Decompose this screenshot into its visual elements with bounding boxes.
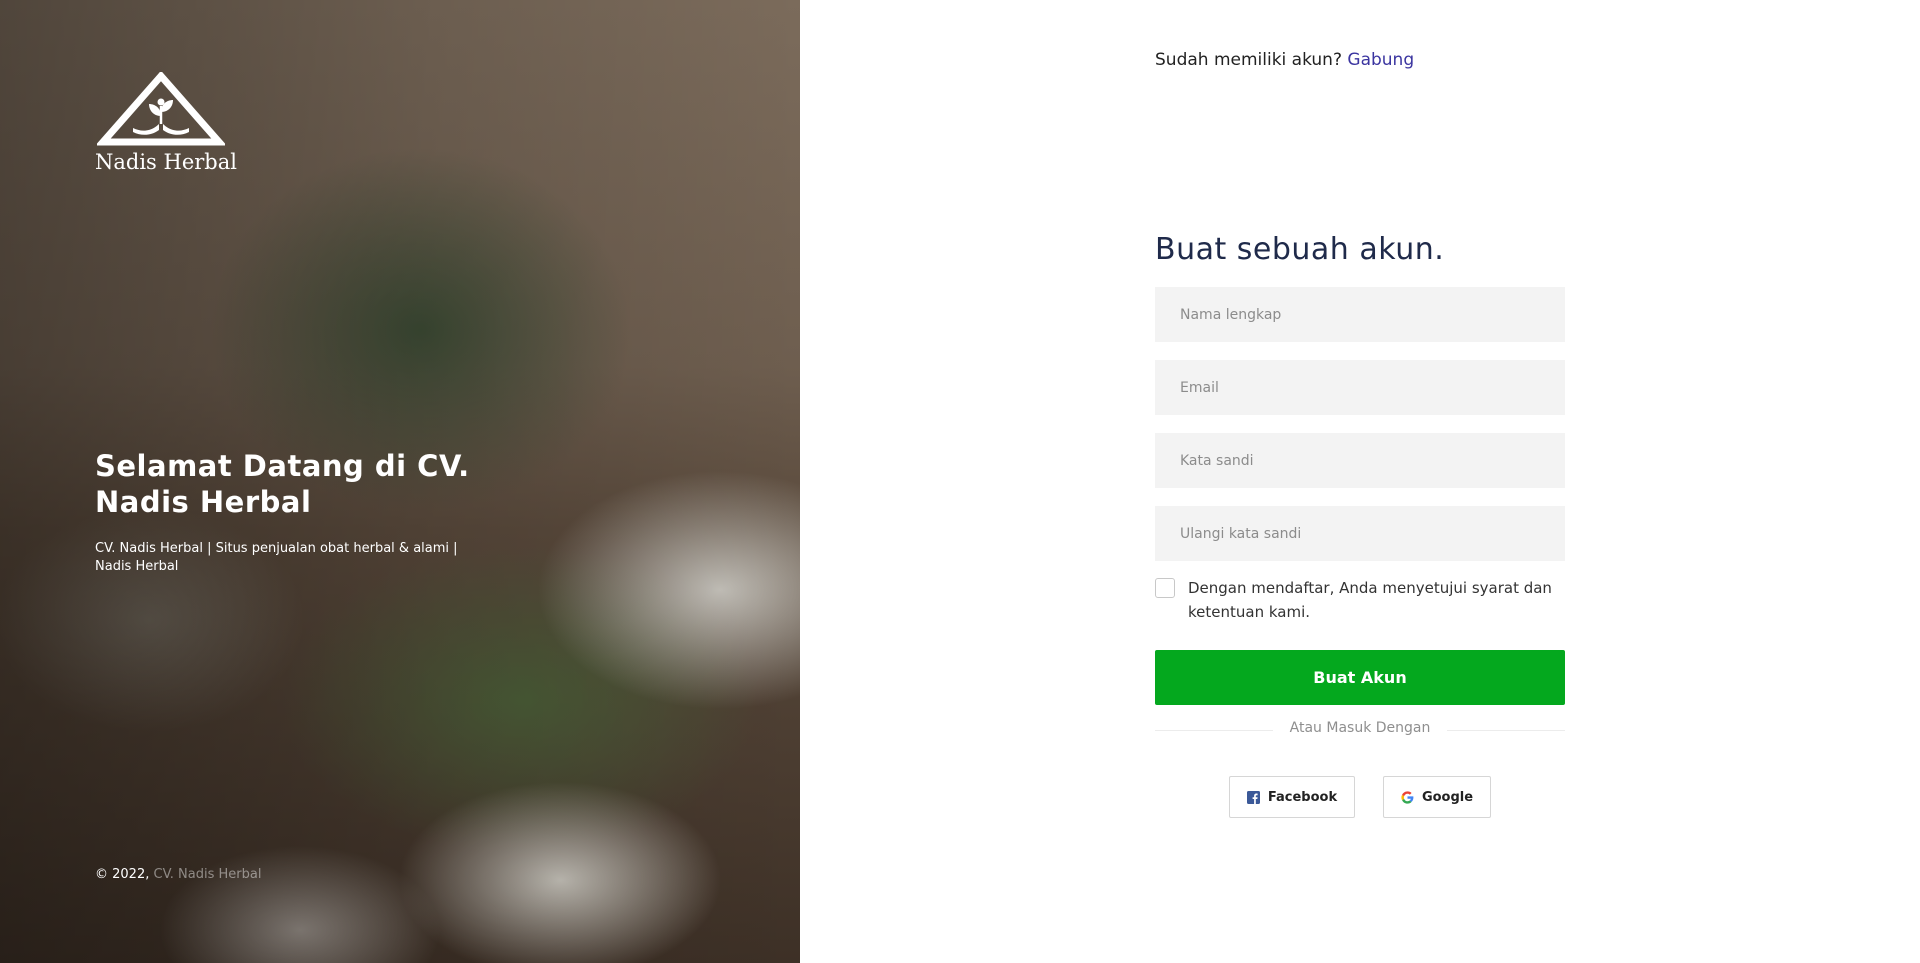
signup-page: Nadis Herbal Selamat Datang di CV. Nadis… — [0, 0, 1920, 963]
google-icon — [1401, 790, 1414, 804]
terms-checkbox[interactable] — [1155, 578, 1175, 598]
signin-prompt: Sudah memiliki akun? Gabung — [1155, 50, 1414, 70]
form-title: Buat sebuah akun. — [1155, 232, 1445, 267]
facebook-label: Facebook — [1267, 789, 1338, 805]
copyright-prefix: © 2022, — [95, 867, 150, 882]
logo-text: Nadis Herbal — [95, 150, 237, 174]
terms-agreement: Dengan mendaftar, Anda menyetujui syarat… — [1155, 578, 1575, 624]
hero-panel: Nadis Herbal Selamat Datang di CV. Nadis… — [0, 0, 800, 963]
email-input[interactable] — [1155, 360, 1565, 415]
facebook-login-button[interactable]: Facebook — [1229, 776, 1355, 818]
brand-logo[interactable]: Nadis Herbal — [95, 72, 237, 174]
signin-link[interactable]: Gabung — [1347, 50, 1414, 70]
password-input[interactable] — [1155, 433, 1565, 488]
welcome-title: Selamat Datang di CV. Nadis Herbal — [95, 449, 470, 519]
google-label: Google — [1421, 789, 1474, 805]
divider-line-right — [1447, 730, 1565, 731]
copyright-company: CV. Nadis Herbal — [153, 867, 262, 882]
full-name-input[interactable] — [1155, 287, 1565, 342]
copyright: © 2022, CV. Nadis Herbal — [95, 867, 261, 882]
create-account-button[interactable]: Buat Akun — [1155, 650, 1565, 705]
or-divider: Atau Masuk Dengan — [1155, 720, 1565, 740]
welcome-subtitle: CV. Nadis Herbal | Situs penjualan obat … — [95, 541, 458, 574]
facebook-icon — [1246, 790, 1260, 804]
terms-label: Dengan mendaftar, Anda menyetujui syarat… — [1188, 579, 1552, 621]
divider-label: Atau Masuk Dengan — [1289, 720, 1431, 736]
google-login-button[interactable]: Google — [1383, 776, 1491, 818]
triangle-hands-leaf-logo-icon — [97, 72, 225, 146]
signin-prompt-text: Sudah memiliki akun? — [1155, 50, 1342, 70]
confirm-password-input[interactable] — [1155, 506, 1565, 561]
welcome-block: Selamat Datang di CV. Nadis Herbal CV. N… — [95, 448, 495, 576]
